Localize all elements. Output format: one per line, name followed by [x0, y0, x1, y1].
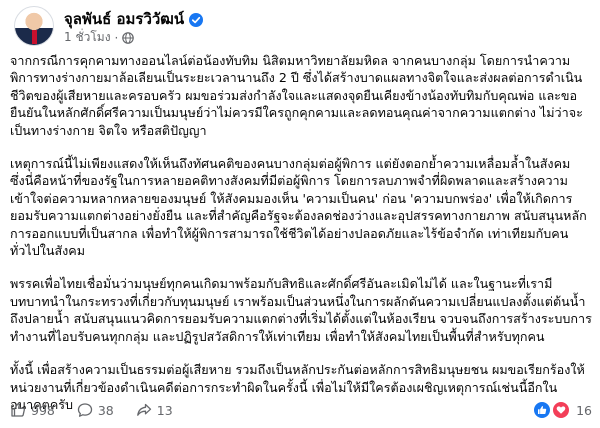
verified-badge-icon: [189, 12, 204, 27]
like-count: 998: [31, 402, 55, 418]
engagement-actions: 998 38 13: [10, 402, 189, 418]
post-paragraph-3: พรรคเพื่อไทยเชื่อมั่นว่ามนุษย์ทุกคนเกิดม…: [10, 276, 592, 344]
thumbs-up-icon: [10, 402, 26, 418]
share-count: 13: [156, 402, 173, 418]
reaction-summary[interactable]: 16: [533, 401, 592, 419]
post-timestamp[interactable]: 1 ชั่วโมง: [64, 28, 111, 47]
reaction-total: 16: [576, 402, 592, 418]
facebook-post: จุลพันธ์ อมรวิวัฒน์ 1 ชั่วโมง · จากกรณีก…: [0, 0, 600, 428]
comment-icon: [77, 402, 93, 418]
comment-button[interactable]: 38: [77, 402, 114, 418]
reactions-bar: 998 38 13 16: [10, 399, 592, 421]
post-paragraph-2: เหตุการณ์นี้ไม่เพียงแสดงให้เห็นถึงทัศนคต…: [10, 156, 587, 259]
share-icon: [136, 402, 152, 418]
share-button[interactable]: 13: [136, 402, 173, 418]
comment-count: 38: [97, 402, 114, 418]
globe-icon[interactable]: [122, 31, 135, 44]
post-body: จากกรณีการคุกคามทางออนไลน์ต่อน้องทับทิม …: [10, 52, 594, 413]
post-header: จุลพันธ์ อมรวิวัฒน์ 1 ชั่วโมง ·: [10, 0, 590, 50]
meta-separator: ·: [114, 30, 119, 45]
love-reaction-icon: [552, 401, 571, 419]
post-meta: 1 ชั่วโมง ·: [64, 28, 135, 47]
author-avatar[interactable]: [14, 6, 54, 46]
like-button[interactable]: 998: [10, 402, 55, 418]
like-reaction-icon: [533, 401, 552, 419]
post-paragraph-1: จากกรณีการคุกคามทางออนไลน์ต่อน้องทับทิม …: [10, 53, 583, 138]
